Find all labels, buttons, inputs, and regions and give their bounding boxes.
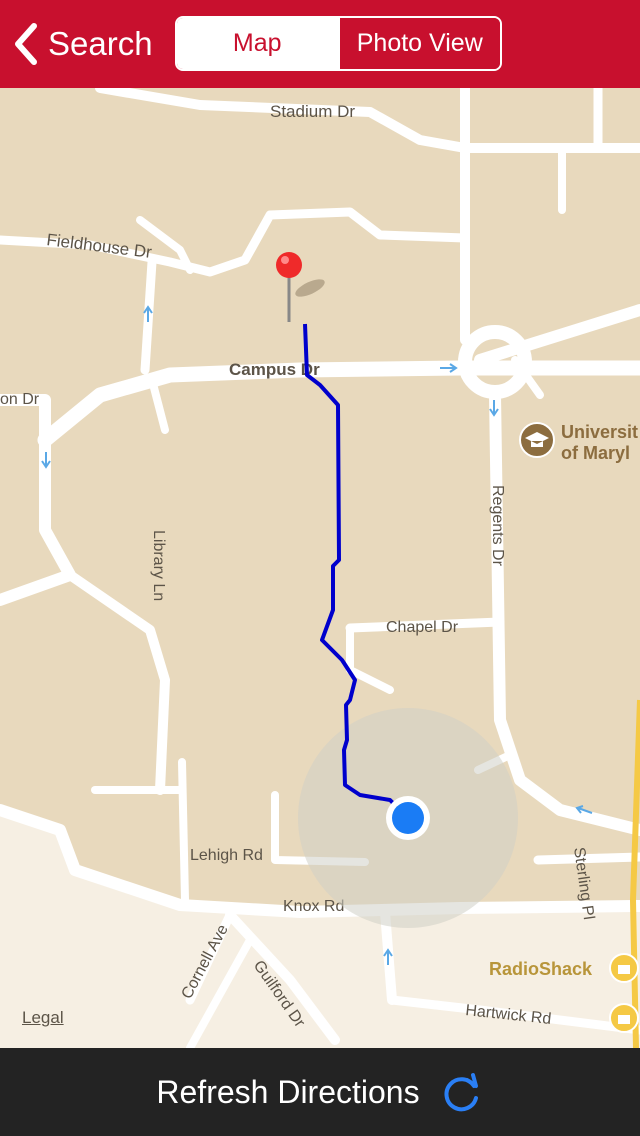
poi-university-line2: of Maryl <box>561 443 630 463</box>
poi-radioshack-label: RadioShack <box>489 959 593 979</box>
legal-link[interactable]: Legal <box>22 1008 64 1028</box>
refresh-directions-label: Refresh Directions <box>156 1073 420 1110</box>
university-poi[interactable]: Universit of Maryl <box>519 422 638 463</box>
back-label: Search <box>48 25 153 62</box>
road-label-chapel: Chapel Dr <box>386 619 459 636</box>
current-location-dot <box>386 796 430 840</box>
back-button[interactable]: Search <box>12 18 153 70</box>
refresh-icon <box>440 1070 484 1114</box>
road-label-library: Library Ln <box>150 530 167 601</box>
road-label-stadium: Stadium Dr <box>270 102 355 121</box>
road-label-knox: Knox Rd <box>283 898 344 915</box>
view-segmented-control: Map Photo View <box>175 16 502 71</box>
road-label-regents: Regents Dr <box>489 485 506 567</box>
refresh-directions-button[interactable]: Refresh Directions <box>0 1048 640 1136</box>
chevron-left-icon <box>12 22 42 66</box>
navigation-bar: Search Map Photo View <box>0 0 640 88</box>
road-label-on: on Dr <box>0 391 40 408</box>
tab-photo-view[interactable]: Photo View <box>337 18 500 69</box>
map-view[interactable]: Stadium Dr Fieldhouse Dr Campus Dr on Dr… <box>0 88 640 1048</box>
tab-map[interactable]: Map <box>177 18 338 69</box>
road-label-lehigh: Lehigh Rd <box>190 847 263 864</box>
poi-university-line1: Universit <box>561 422 638 442</box>
